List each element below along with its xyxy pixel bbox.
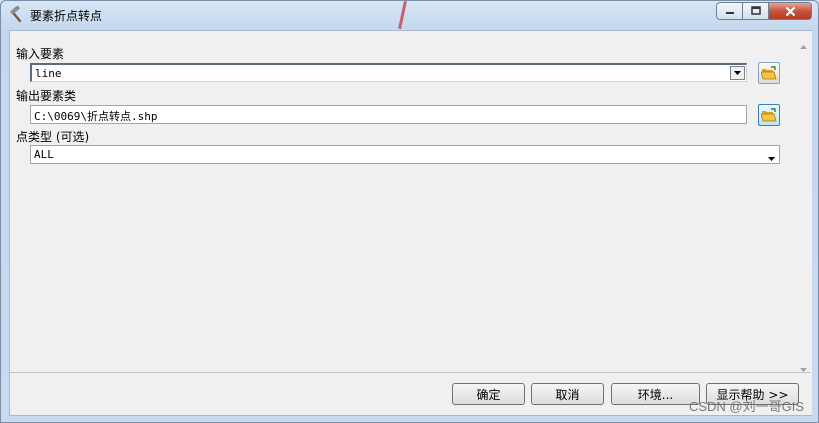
input-features-browse-button[interactable] bbox=[758, 62, 780, 84]
folder-open-icon bbox=[761, 66, 777, 80]
vertical-scrollbar[interactable] bbox=[796, 31, 812, 415]
output-feature-class-input[interactable]: C:\0069\折点转点.shp bbox=[30, 105, 747, 124]
input-features-combo[interactable]: line bbox=[30, 63, 747, 82]
hammer-tool-icon bbox=[8, 5, 26, 24]
input-features-value: line bbox=[35, 67, 62, 80]
input-features-label: 输入要素 bbox=[16, 47, 65, 61]
point-type-value: ALL bbox=[34, 148, 54, 161]
scroll-up-icon[interactable] bbox=[800, 38, 807, 52]
window-title: 要素折点转点 bbox=[30, 9, 103, 23]
output-feature-class-value: C:\0069\折点转点.shp bbox=[34, 110, 158, 123]
maximize-icon bbox=[750, 6, 761, 15]
cancel-button[interactable]: 取消 bbox=[531, 383, 604, 405]
chevron-down-icon bbox=[768, 151, 775, 163]
close-button[interactable] bbox=[768, 2, 812, 20]
minimize-icon bbox=[725, 12, 734, 14]
ok-button[interactable]: 确定 bbox=[452, 383, 525, 405]
tool-dialog-window: 要素折点转点 输入要素 line 输出要素类 C:\0069\折点转点.shp … bbox=[0, 0, 819, 423]
dialog-client-area: 输入要素 line 输出要素类 C:\0069\折点转点.shp 点类型 (可选… bbox=[9, 30, 812, 416]
window-controls bbox=[716, 2, 812, 20]
button-bar-divider bbox=[10, 372, 811, 373]
minimize-button[interactable] bbox=[716, 2, 743, 20]
input-features-dropdown-button[interactable] bbox=[730, 66, 745, 80]
close-icon bbox=[785, 6, 795, 16]
title-bar[interactable]: 要素折点转点 bbox=[1, 1, 818, 29]
chevron-down-icon bbox=[734, 71, 741, 75]
point-type-label: 点类型 (可选) bbox=[16, 130, 90, 144]
folder-open-icon bbox=[761, 108, 777, 122]
output-feature-class-label: 输出要素类 bbox=[16, 89, 77, 103]
output-feature-class-browse-button[interactable] bbox=[758, 104, 780, 126]
watermark-text: CSDN @刘一哥GIS bbox=[688, 399, 804, 414]
environments-button[interactable]: 环境... bbox=[611, 383, 700, 405]
maximize-button[interactable] bbox=[742, 2, 769, 20]
point-type-select[interactable]: ALL bbox=[30, 145, 780, 164]
